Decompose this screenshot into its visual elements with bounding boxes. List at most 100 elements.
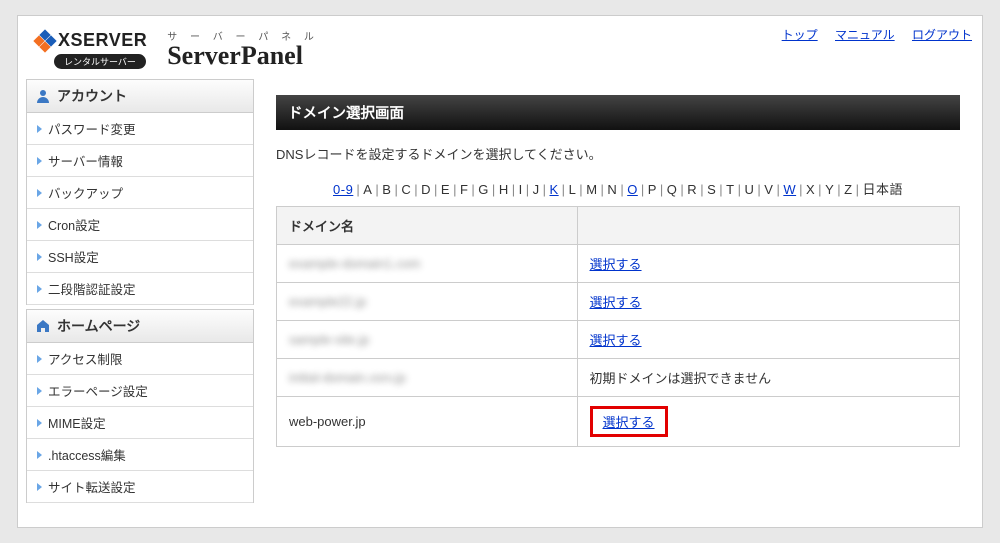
serverpanel-title: サ ー バ ー パ ネ ル ServerPanel bbox=[167, 28, 319, 71]
domain-name-cell: example22.jp bbox=[277, 283, 578, 321]
separator: | bbox=[680, 182, 684, 197]
sidebar-heading: ホームページ bbox=[26, 309, 254, 343]
alpha-filter-item: X bbox=[806, 182, 815, 197]
disabled-text: 初期ドメインは選択できません bbox=[590, 371, 772, 386]
serverpanel-main: ServerPanel bbox=[167, 41, 319, 71]
table-row: web-power.jp 選択する bbox=[277, 397, 960, 447]
alpha-filter-item[interactable]: O bbox=[627, 182, 638, 197]
table-row: example22.jp 選択する bbox=[277, 283, 960, 321]
separator: | bbox=[856, 182, 860, 197]
table-header-action bbox=[577, 207, 959, 245]
table-row: sample-site.jp 選択する bbox=[277, 321, 960, 359]
alpha-filter-item: F bbox=[460, 182, 468, 197]
separator: | bbox=[818, 182, 822, 197]
alpha-filter-item: A bbox=[363, 182, 372, 197]
separator: | bbox=[434, 182, 438, 197]
separator: | bbox=[620, 182, 624, 197]
sidebar-heading: アカウント bbox=[26, 79, 254, 113]
domain-action-cell: 選択する bbox=[577, 397, 959, 447]
separator: | bbox=[526, 182, 530, 197]
alpha-filter-row: 0-9|A|B|C|D|E|F|G|H|I|J|K|L|M|N|O|P|Q|R|… bbox=[276, 179, 960, 198]
alpha-filter-item: R bbox=[687, 182, 697, 197]
alpha-filter-item: 日本語 bbox=[862, 182, 903, 197]
sidebar-item[interactable]: サーバー情報 bbox=[27, 145, 253, 177]
alpha-filter-item: U bbox=[744, 182, 754, 197]
alpha-filter-item[interactable]: W bbox=[783, 182, 796, 197]
page-title: ドメイン選択画面 bbox=[276, 95, 960, 130]
separator: | bbox=[512, 182, 516, 197]
link-logout[interactable]: ログアウト bbox=[912, 28, 972, 42]
separator: | bbox=[394, 182, 398, 197]
sidebar-item[interactable]: 二段階認証設定 bbox=[27, 273, 253, 305]
alpha-filter-item: Z bbox=[844, 182, 852, 197]
alpha-filter-item[interactable]: 0-9 bbox=[333, 182, 353, 197]
sidebar-item[interactable]: SSH設定 bbox=[27, 241, 253, 273]
alpha-filter-item: C bbox=[401, 182, 411, 197]
separator: | bbox=[375, 182, 379, 197]
domain-action-cell: 選択する bbox=[577, 245, 959, 283]
separator: | bbox=[471, 182, 475, 197]
select-link[interactable]: 選択する bbox=[603, 415, 655, 430]
separator: | bbox=[719, 182, 723, 197]
sidebar-item[interactable]: Cron設定 bbox=[27, 209, 253, 241]
sidebar-item[interactable]: MIME設定 bbox=[27, 407, 253, 439]
separator: | bbox=[641, 182, 645, 197]
table-row: example-domain1.com選択する bbox=[277, 245, 960, 283]
sidebar-item[interactable]: .htaccess編集 bbox=[27, 439, 253, 471]
separator: | bbox=[660, 182, 664, 197]
sidebar-item[interactable]: サイト転送設定 bbox=[27, 471, 253, 503]
select-link[interactable]: 選択する bbox=[590, 295, 642, 310]
alpha-filter-item: D bbox=[421, 182, 431, 197]
alpha-filter-item: B bbox=[382, 182, 391, 197]
separator: | bbox=[837, 182, 841, 197]
separator: | bbox=[414, 182, 418, 197]
sidebar-heading-label: アカウント bbox=[57, 86, 127, 106]
alpha-filter-item: Q bbox=[667, 182, 678, 197]
separator: | bbox=[601, 182, 605, 197]
separator: | bbox=[543, 182, 547, 197]
select-link[interactable]: 選択する bbox=[590, 257, 642, 272]
domain-name-cell: web-power.jp bbox=[277, 397, 578, 447]
page-description: DNSレコードを設定するドメインを選択してください。 bbox=[276, 144, 960, 163]
domain-name-cell: sample-site.jp bbox=[277, 321, 578, 359]
link-manual[interactable]: マニュアル bbox=[835, 28, 895, 42]
separator: | bbox=[776, 182, 780, 197]
alpha-filter-item: G bbox=[478, 182, 489, 197]
alpha-filter-item: I bbox=[519, 182, 523, 197]
separator: | bbox=[492, 182, 496, 197]
domain-table: ドメイン名 example-domain1.com選択するexample22.j… bbox=[276, 206, 960, 447]
link-top[interactable]: トップ bbox=[782, 28, 818, 42]
alpha-filter-item: S bbox=[707, 182, 716, 197]
main-panel: ドメイン選択画面 DNSレコードを設定するドメインを選択してください。 0-9 |… bbox=[254, 79, 982, 507]
alpha-filter-item: E bbox=[441, 182, 450, 197]
separator: | bbox=[562, 182, 566, 197]
table-row: initial-domain.xsrv.jp初期ドメインは選択できません bbox=[277, 359, 960, 397]
alpha-filter-item: T bbox=[726, 182, 734, 197]
alpha-filter-item: Y bbox=[825, 182, 834, 197]
home-icon bbox=[35, 318, 51, 334]
alpha-filter-item: V bbox=[764, 182, 773, 197]
xserver-logo: XSERVER レンタルサーバー bbox=[36, 30, 147, 69]
select-link[interactable]: 選択する bbox=[590, 333, 642, 348]
alpha-filter-item: M bbox=[586, 182, 597, 197]
alpha-filter-item: J bbox=[533, 182, 540, 197]
alpha-filter-item: L bbox=[569, 182, 577, 197]
sidebar: アカウントパスワード変更サーバー情報バックアップCron設定SSH設定二段階認証… bbox=[18, 79, 254, 507]
xserver-brand-text: XSERVER bbox=[58, 30, 147, 51]
domain-action-cell: 初期ドメインは選択できません bbox=[577, 359, 959, 397]
sidebar-item[interactable]: バックアップ bbox=[27, 177, 253, 209]
separator: | bbox=[453, 182, 457, 197]
xserver-mark-icon bbox=[36, 32, 54, 50]
top-links: トップ マニュアル ログアウト bbox=[768, 26, 972, 43]
separator: | bbox=[356, 182, 360, 197]
sidebar-item[interactable]: エラーページ設定 bbox=[27, 375, 253, 407]
separator: | bbox=[579, 182, 583, 197]
alpha-filter-item[interactable]: K bbox=[550, 182, 559, 197]
sidebar-item[interactable]: パスワード変更 bbox=[27, 113, 253, 145]
alpha-filter-item: H bbox=[499, 182, 509, 197]
sidebar-item[interactable]: アクセス制限 bbox=[27, 343, 253, 375]
sidebar-heading-label: ホームページ bbox=[57, 316, 140, 336]
alpha-filter-item: N bbox=[607, 182, 617, 197]
separator: | bbox=[799, 182, 803, 197]
domain-action-cell: 選択する bbox=[577, 321, 959, 359]
